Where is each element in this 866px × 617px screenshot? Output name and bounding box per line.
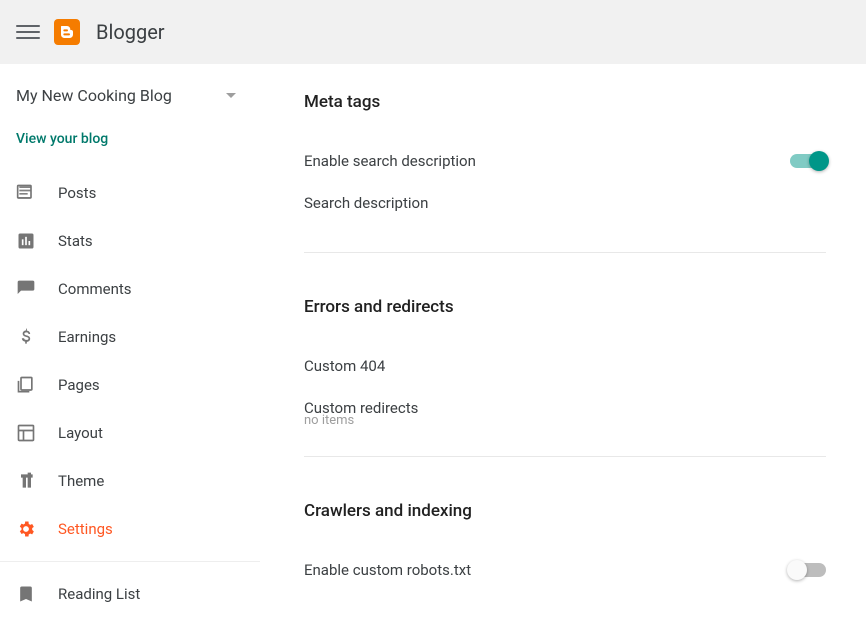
setting-label: Custom 404: [304, 357, 385, 375]
blog-selector[interactable]: My New Cooking Blog: [0, 82, 260, 109]
earnings-icon: [16, 327, 36, 347]
sidebar: My New Cooking Blog View your blog Posts…: [0, 64, 260, 617]
setting-enable-robots[interactable]: Enable custom robots.txt: [304, 549, 826, 591]
sidebar-item-label: Stats: [58, 232, 93, 250]
sidebar-item-label: Posts: [58, 184, 96, 202]
posts-icon: [16, 183, 36, 203]
setting-search-description[interactable]: Search description: [304, 182, 826, 224]
blog-name: My New Cooking Blog: [16, 86, 172, 105]
stats-icon: [16, 231, 36, 251]
section-title-crawlers: Crawlers and indexing: [304, 501, 826, 521]
sidebar-item-earnings[interactable]: Earnings: [0, 313, 260, 361]
section-title-errors: Errors and redirects: [304, 297, 826, 317]
toggle-enable-robots[interactable]: [790, 563, 826, 577]
setting-label: Enable custom robots.txt: [304, 561, 471, 579]
top-bar: Blogger: [0, 0, 866, 64]
setting-enable-search-description[interactable]: Enable search description: [304, 140, 826, 182]
chevron-down-icon: [226, 93, 236, 98]
sidebar-item-pages[interactable]: Pages: [0, 361, 260, 409]
divider: [0, 561, 260, 562]
sidebar-item-label: Settings: [58, 520, 113, 538]
view-blog-link[interactable]: View your blog: [0, 109, 260, 169]
layout-icon: [16, 423, 36, 443]
sidebar-item-label: Pages: [58, 376, 100, 394]
theme-icon: [16, 471, 36, 491]
divider: [304, 252, 826, 253]
settings-content: Meta tags Enable search description Sear…: [260, 64, 866, 617]
menu-icon[interactable]: [16, 20, 40, 44]
sidebar-item-label: Earnings: [58, 328, 116, 346]
sidebar-item-posts[interactable]: Posts: [0, 169, 260, 217]
section-title-meta-tags: Meta tags: [304, 92, 826, 112]
toggle-enable-search-description[interactable]: [790, 154, 826, 168]
sidebar-item-stats[interactable]: Stats: [0, 217, 260, 265]
pages-icon: [16, 375, 36, 395]
sidebar-item-reading-list[interactable]: Reading List: [0, 570, 260, 617]
sidebar-item-settings[interactable]: Settings: [0, 505, 260, 553]
sidebar-item-theme[interactable]: Theme: [0, 457, 260, 505]
setting-custom-404[interactable]: Custom 404: [304, 345, 826, 387]
comments-icon: [16, 279, 36, 299]
sidebar-item-layout[interactable]: Layout: [0, 409, 260, 457]
sidebar-item-label: Layout: [58, 424, 103, 442]
divider: [304, 456, 826, 457]
blogger-logo[interactable]: [54, 19, 80, 45]
gear-icon: [16, 519, 36, 539]
sidebar-item-label: Reading List: [58, 585, 140, 603]
bookmark-icon: [16, 584, 36, 604]
sidebar-item-comments[interactable]: Comments: [0, 265, 260, 313]
app-title: Blogger: [96, 20, 165, 44]
sidebar-item-label: Theme: [58, 472, 104, 490]
setting-label: Search description: [304, 194, 428, 212]
setting-label: Enable search description: [304, 152, 476, 170]
sidebar-item-label: Comments: [58, 280, 132, 298]
